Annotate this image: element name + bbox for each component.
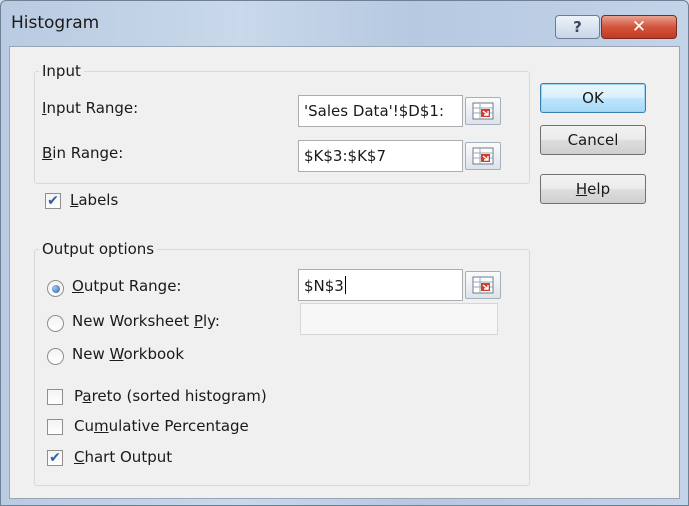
input-group-legend: Input: [39, 62, 84, 80]
range-selector-icon: [472, 147, 494, 165]
chart-output-checkbox[interactable]: ✔: [47, 450, 63, 466]
output-range-selector-button[interactable]: [465, 271, 501, 299]
checkmark-icon: ✔: [49, 450, 61, 466]
ok-button[interactable]: OK: [540, 83, 646, 113]
pareto-label[interactable]: Pareto (sorted histogram): [74, 387, 267, 405]
dialog-body: Input Input Range: 'Sales Data'!$D$1: Bi…: [9, 46, 680, 499]
input-range-selector-button[interactable]: [465, 97, 501, 125]
range-selector-icon: [472, 276, 494, 294]
output-range-label[interactable]: Output Range:: [72, 277, 181, 295]
new-worksheet-name-field[interactable]: [300, 303, 498, 335]
close-icon: ✕: [631, 17, 647, 37]
labels-checkbox[interactable]: ✔: [45, 193, 61, 209]
new-workbook-label[interactable]: New Workbook: [72, 345, 184, 363]
new-workbook-radio[interactable]: [47, 348, 64, 365]
checkmark-icon: ✔: [47, 193, 59, 209]
labels-checkbox-label[interactable]: Labels: [70, 191, 118, 209]
new-worksheet-label[interactable]: New Worksheet Ply:: [72, 312, 220, 330]
new-worksheet-radio[interactable]: [47, 315, 64, 332]
cumulative-percentage-checkbox[interactable]: [47, 419, 63, 435]
radio-selected-dot: [51, 284, 60, 293]
bin-range-selector-button[interactable]: [465, 142, 501, 170]
input-range-label: Input Range:: [42, 99, 139, 117]
input-range-field[interactable]: 'Sales Data'!$D$1:: [298, 95, 463, 127]
text-caret: [344, 276, 346, 294]
bin-range-label: Bin Range:: [42, 144, 124, 162]
close-button[interactable]: ✕: [601, 15, 677, 39]
cumulative-percentage-label[interactable]: Cumulative Percentage: [74, 417, 249, 435]
output-range-field[interactable]: $N$3: [298, 269, 463, 301]
dialog-title: Histogram: [11, 13, 100, 33]
question-mark-icon: ?: [573, 18, 582, 36]
help-button[interactable]: Help: [540, 174, 646, 204]
cancel-button[interactable]: Cancel: [540, 125, 646, 155]
title-bar: Histogram ? ✕: [1, 1, 688, 47]
help-title-button[interactable]: ?: [555, 15, 600, 39]
range-selector-icon: [472, 102, 494, 120]
pareto-checkbox[interactable]: [47, 389, 63, 405]
bin-range-field[interactable]: $K$3:$K$7: [298, 140, 463, 172]
histogram-dialog: Histogram ? ✕ Input Input Range: 'Sales …: [0, 0, 689, 506]
output-range-radio[interactable]: [47, 280, 64, 297]
chart-output-label[interactable]: Chart Output: [74, 448, 172, 466]
output-options-legend: Output options: [39, 240, 158, 258]
